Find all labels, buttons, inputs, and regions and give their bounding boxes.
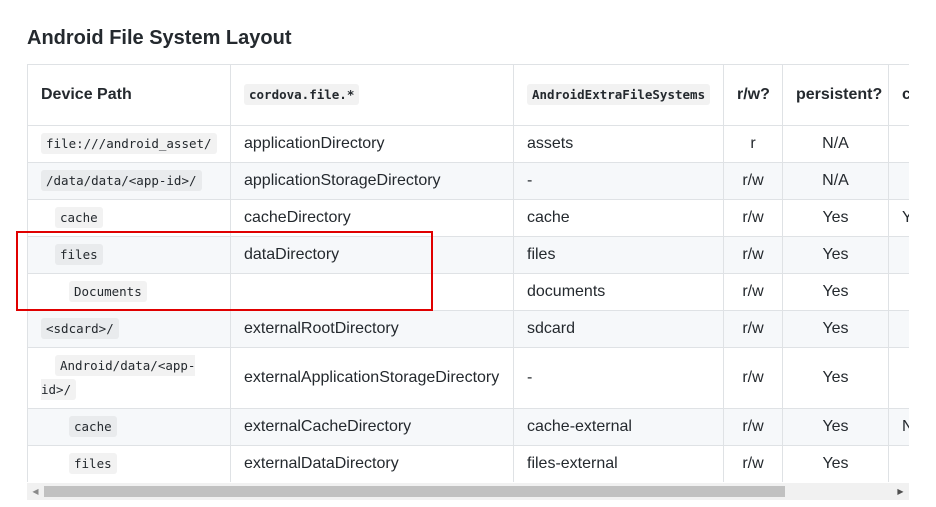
cell-device-path: cache	[27, 408, 231, 446]
cell-rw: r/w	[723, 408, 783, 446]
cell-persistent: Yes	[782, 445, 889, 482]
cell-device-path: cache	[27, 199, 231, 237]
cell-device-path: Android/data/<app-id>/	[27, 347, 231, 409]
cell-persistent: Yes	[782, 236, 889, 274]
cell-clipped	[888, 125, 909, 163]
header-rw: r/w?	[723, 64, 783, 126]
path-code: file:///android_asset/	[41, 133, 217, 154]
cell-device-path: /data/data/<app-id>/	[27, 162, 231, 200]
path-code: cache	[55, 207, 103, 228]
cell-extra: -	[513, 347, 724, 409]
cell-cordova: externalRootDirectory	[230, 310, 514, 348]
cell-extra: files-external	[513, 445, 724, 482]
cell-extra: cache-external	[513, 408, 724, 446]
cell-device-path: files	[27, 445, 231, 482]
table-row: /data/data/<app-id>/ applicationStorageD…	[27, 162, 909, 200]
cell-cordova: externalCacheDirectory	[230, 408, 514, 446]
table-row: file:///android_asset/ applicationDirect…	[27, 125, 909, 163]
path-code: cache	[69, 416, 117, 437]
cell-rw: r	[723, 125, 783, 163]
header-android-extra-code: AndroidExtraFileSystems	[527, 84, 711, 105]
cell-persistent: Yes	[782, 199, 889, 237]
cell-rw: r/w	[723, 347, 783, 409]
path-code: files	[55, 244, 103, 265]
header-cordova-file-code: cordova.file.*	[244, 84, 360, 105]
cell-extra: sdcard	[513, 310, 724, 348]
cell-extra: assets	[513, 125, 724, 163]
table-row: files externalDataDirectory files-extern…	[27, 445, 909, 482]
path-code: Android/data/<app-id>/	[41, 355, 196, 400]
cell-clipped	[888, 273, 909, 311]
table-header-row: Device Path cordova.file.* AndroidExtraF…	[27, 64, 909, 126]
table-row: cache externalCacheDirectory cache-exter…	[27, 408, 909, 446]
cell-persistent: Yes	[782, 408, 889, 446]
table-container: Device Path cordova.file.* AndroidExtraF…	[27, 64, 909, 482]
header-android-extra-file-systems: AndroidExtraFileSystems	[513, 64, 724, 126]
cell-persistent: Yes	[782, 310, 889, 348]
cell-rw: r/w	[723, 236, 783, 274]
cell-clipped	[888, 347, 909, 409]
table-row: cache cacheDirectory cache r/w Yes Y	[27, 199, 909, 237]
header-device-path: Device Path	[27, 64, 231, 126]
cell-device-path: files	[27, 236, 231, 274]
scrollbar-thumb[interactable]	[44, 486, 785, 497]
horizontal-scrollbar[interactable]: ◀ ▶	[27, 483, 909, 500]
cell-clipped: Y	[888, 199, 909, 237]
cell-clipped	[888, 236, 909, 274]
cell-device-path: Documents	[27, 273, 231, 311]
cell-rw: r/w	[723, 273, 783, 311]
cell-extra: cache	[513, 199, 724, 237]
cell-cordova: externalDataDirectory	[230, 445, 514, 482]
cell-persistent: N/A	[782, 125, 889, 163]
cell-persistent: Yes	[782, 273, 889, 311]
header-persistent: persistent?	[782, 64, 889, 126]
table-row: <sdcard>/ externalRootDirectory sdcard r…	[27, 310, 909, 348]
cell-persistent: N/A	[782, 162, 889, 200]
path-code: <sdcard>/	[41, 318, 119, 339]
cell-persistent: Yes	[782, 347, 889, 409]
scroll-left-icon[interactable]: ◀	[27, 483, 44, 500]
cell-rw: r/w	[723, 310, 783, 348]
cell-cordova: applicationDirectory	[230, 125, 514, 163]
cell-extra: files	[513, 236, 724, 274]
cell-clipped	[888, 445, 909, 482]
table-row: Android/data/<app-id>/ externalApplicati…	[27, 347, 909, 409]
path-code: Documents	[69, 281, 147, 302]
table-row: files dataDirectory files r/w Yes	[27, 236, 909, 274]
table-row: Documents documents r/w Yes	[27, 273, 909, 311]
cell-extra: -	[513, 162, 724, 200]
scroll-right-icon[interactable]: ▶	[892, 483, 909, 500]
path-code: files	[69, 453, 117, 474]
cell-cordova: cacheDirectory	[230, 199, 514, 237]
cell-clipped	[888, 310, 909, 348]
page-title: Android File System Layout	[27, 27, 292, 49]
path-code: /data/data/<app-id>/	[41, 170, 202, 191]
cell-clipped	[888, 162, 909, 200]
cell-rw: r/w	[723, 445, 783, 482]
header-cordova-file: cordova.file.*	[230, 64, 514, 126]
cell-device-path: file:///android_asset/	[27, 125, 231, 163]
cell-cordova: applicationStorageDirectory	[230, 162, 514, 200]
cell-cordova: externalApplicationStorageDirectory	[230, 347, 514, 409]
cell-clipped: N	[888, 408, 909, 446]
cell-cordova	[230, 273, 514, 311]
cell-rw: r/w	[723, 199, 783, 237]
cell-cordova: dataDirectory	[230, 236, 514, 274]
cell-extra: documents	[513, 273, 724, 311]
header-clipped: c	[888, 64, 909, 126]
cell-device-path: <sdcard>/	[27, 310, 231, 348]
cell-rw: r/w	[723, 162, 783, 200]
file-system-table: Device Path cordova.file.* AndroidExtraF…	[27, 64, 909, 482]
